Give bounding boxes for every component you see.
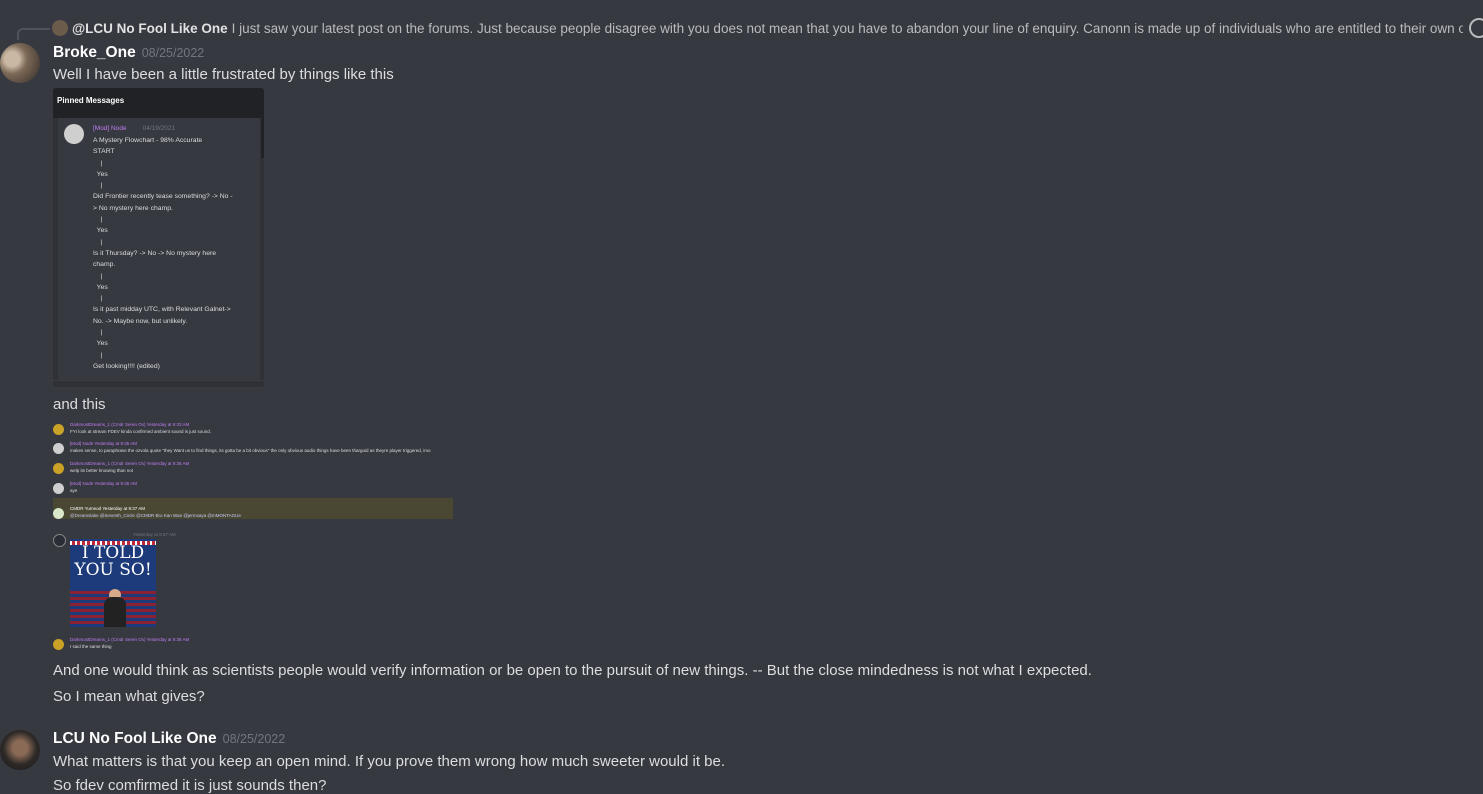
reply-spine (17, 28, 50, 40)
pinned-author-line: [Mod] Node 04/19/2021 (93, 125, 175, 132)
timestamp: 08/25/2022 (141, 46, 205, 60)
avatar (53, 639, 64, 650)
message-text: So I mean what gives? (53, 688, 205, 705)
pinned-date: 04/19/2021 (142, 125, 176, 132)
add-reaction-icon[interactable] (1469, 18, 1483, 38)
avatar-lcu-no-fool-like-one[interactable] (0, 730, 40, 770)
screenshot-name: Yesterday at 9:37 AM (133, 532, 176, 537)
pinned-author: [Mod] Node (93, 125, 127, 132)
screenshot-row: DarkmostDreams_1 (Cmdr Seren Ox) Yesterd… (53, 636, 453, 654)
screenshot-row: CMDR Yumeod Yesterday at 9:37 AM @Dreamsl… (53, 505, 453, 523)
avatar (53, 443, 64, 454)
avatar (53, 483, 64, 494)
screenshot-name: DarkmostDreams_1 (Cmdr Seren Ox) Yesterd… (70, 637, 190, 642)
person-figure (104, 597, 126, 627)
reply-preview[interactable]: @LCU No Fool Like One I just saw your lat… (52, 20, 1463, 38)
message-text: And one would think as scientists people… (53, 662, 1092, 679)
screenshot-name: [Mod] Node Yesterday at 9:35 AM (70, 441, 138, 446)
timestamp: 08/25/2022 (222, 732, 286, 746)
screenshot-text: @Dreamslake @Seventh_Circle @CMDR Bro Ka… (70, 513, 241, 518)
reply-mention[interactable]: @LCU No Fool Like One (72, 21, 228, 36)
screenshot-text: makes sense, to paraphrase the ozvola qu… (70, 448, 431, 453)
screenshot-row: DarkmostDreams_1 (Cmdr Seren Ox) Yesterd… (53, 421, 453, 439)
avatar (53, 534, 66, 547)
pinned-body: A Mystery Flowchart - 98% Accurate START… (93, 137, 233, 370)
pinned-bottom (53, 380, 264, 387)
message-text: Well I have been a little frustrated by … (53, 66, 394, 83)
message-text: and this (53, 396, 106, 413)
i-told-you-so-image[interactable]: I TOLD YOU SO! (70, 539, 156, 627)
image-caption: I TOLD YOU SO! (74, 543, 152, 580)
screenshot-name: DarkmostDreams_1 (Cmdr Seren Ox) Yesterd… (70, 461, 190, 466)
avatar-broke-one[interactable] (0, 43, 40, 83)
message-text: What matters is that you keep an open mi… (53, 753, 726, 770)
screenshot-name: [Mod] Node Yesterday at 9:36 AM (70, 481, 138, 486)
reply-avatar[interactable] (52, 20, 68, 36)
pinned-header: Pinned Messages (53, 88, 264, 118)
pinned-scrollbar (261, 118, 264, 158)
message-text: So fdev comfirmed it is just sounds then… (53, 777, 327, 794)
screenshot-text: aye (70, 488, 78, 493)
screenshot-row: DarkmostDreams_1 (Cmdr Seren Ox) Yesterd… (53, 460, 453, 478)
avatar (53, 424, 64, 435)
username[interactable]: LCU No Fool Like One (53, 730, 217, 747)
message-header: LCU No Fool Like One 08/25/2022 (53, 730, 285, 748)
screenshot-text: welp its better knowing than not (70, 468, 134, 473)
pinned-card: [Mod] Node 04/19/2021 A Mystery Flowchart… (58, 118, 260, 380)
avatar (53, 508, 64, 519)
screenshot-row: [Mod] Node Yesterday at 9:35 AM makes sen… (53, 440, 453, 458)
avatar (53, 463, 64, 474)
screenshot-row: [Mod] Node Yesterday at 9:36 AM aye (53, 480, 453, 498)
reply-text[interactable]: I just saw your latest post on the forum… (232, 21, 1463, 36)
screenshot-name: CMDR Yumeod Yesterday at 9:37 AM (70, 506, 145, 511)
screenshot-name: DarkmostDreams_1 (Cmdr Seren Ox) Yesterd… (70, 422, 190, 427)
message-header: Broke_One 08/25/2022 (53, 44, 204, 62)
pinned-messages-screenshot[interactable]: Pinned Messages [Mod] Node 04/19/2021 A M… (53, 88, 264, 387)
screenshot-text: FYI look at stream FDEV kinda confirmed … (70, 429, 212, 434)
chat-screenshot[interactable]: DarkmostDreams_1 (Cmdr Seren Ox) Yesterd… (53, 418, 453, 654)
screenshot-text: I said the same thing (70, 644, 112, 649)
pinned-avatar (64, 124, 84, 144)
username[interactable]: Broke_One (53, 44, 136, 61)
